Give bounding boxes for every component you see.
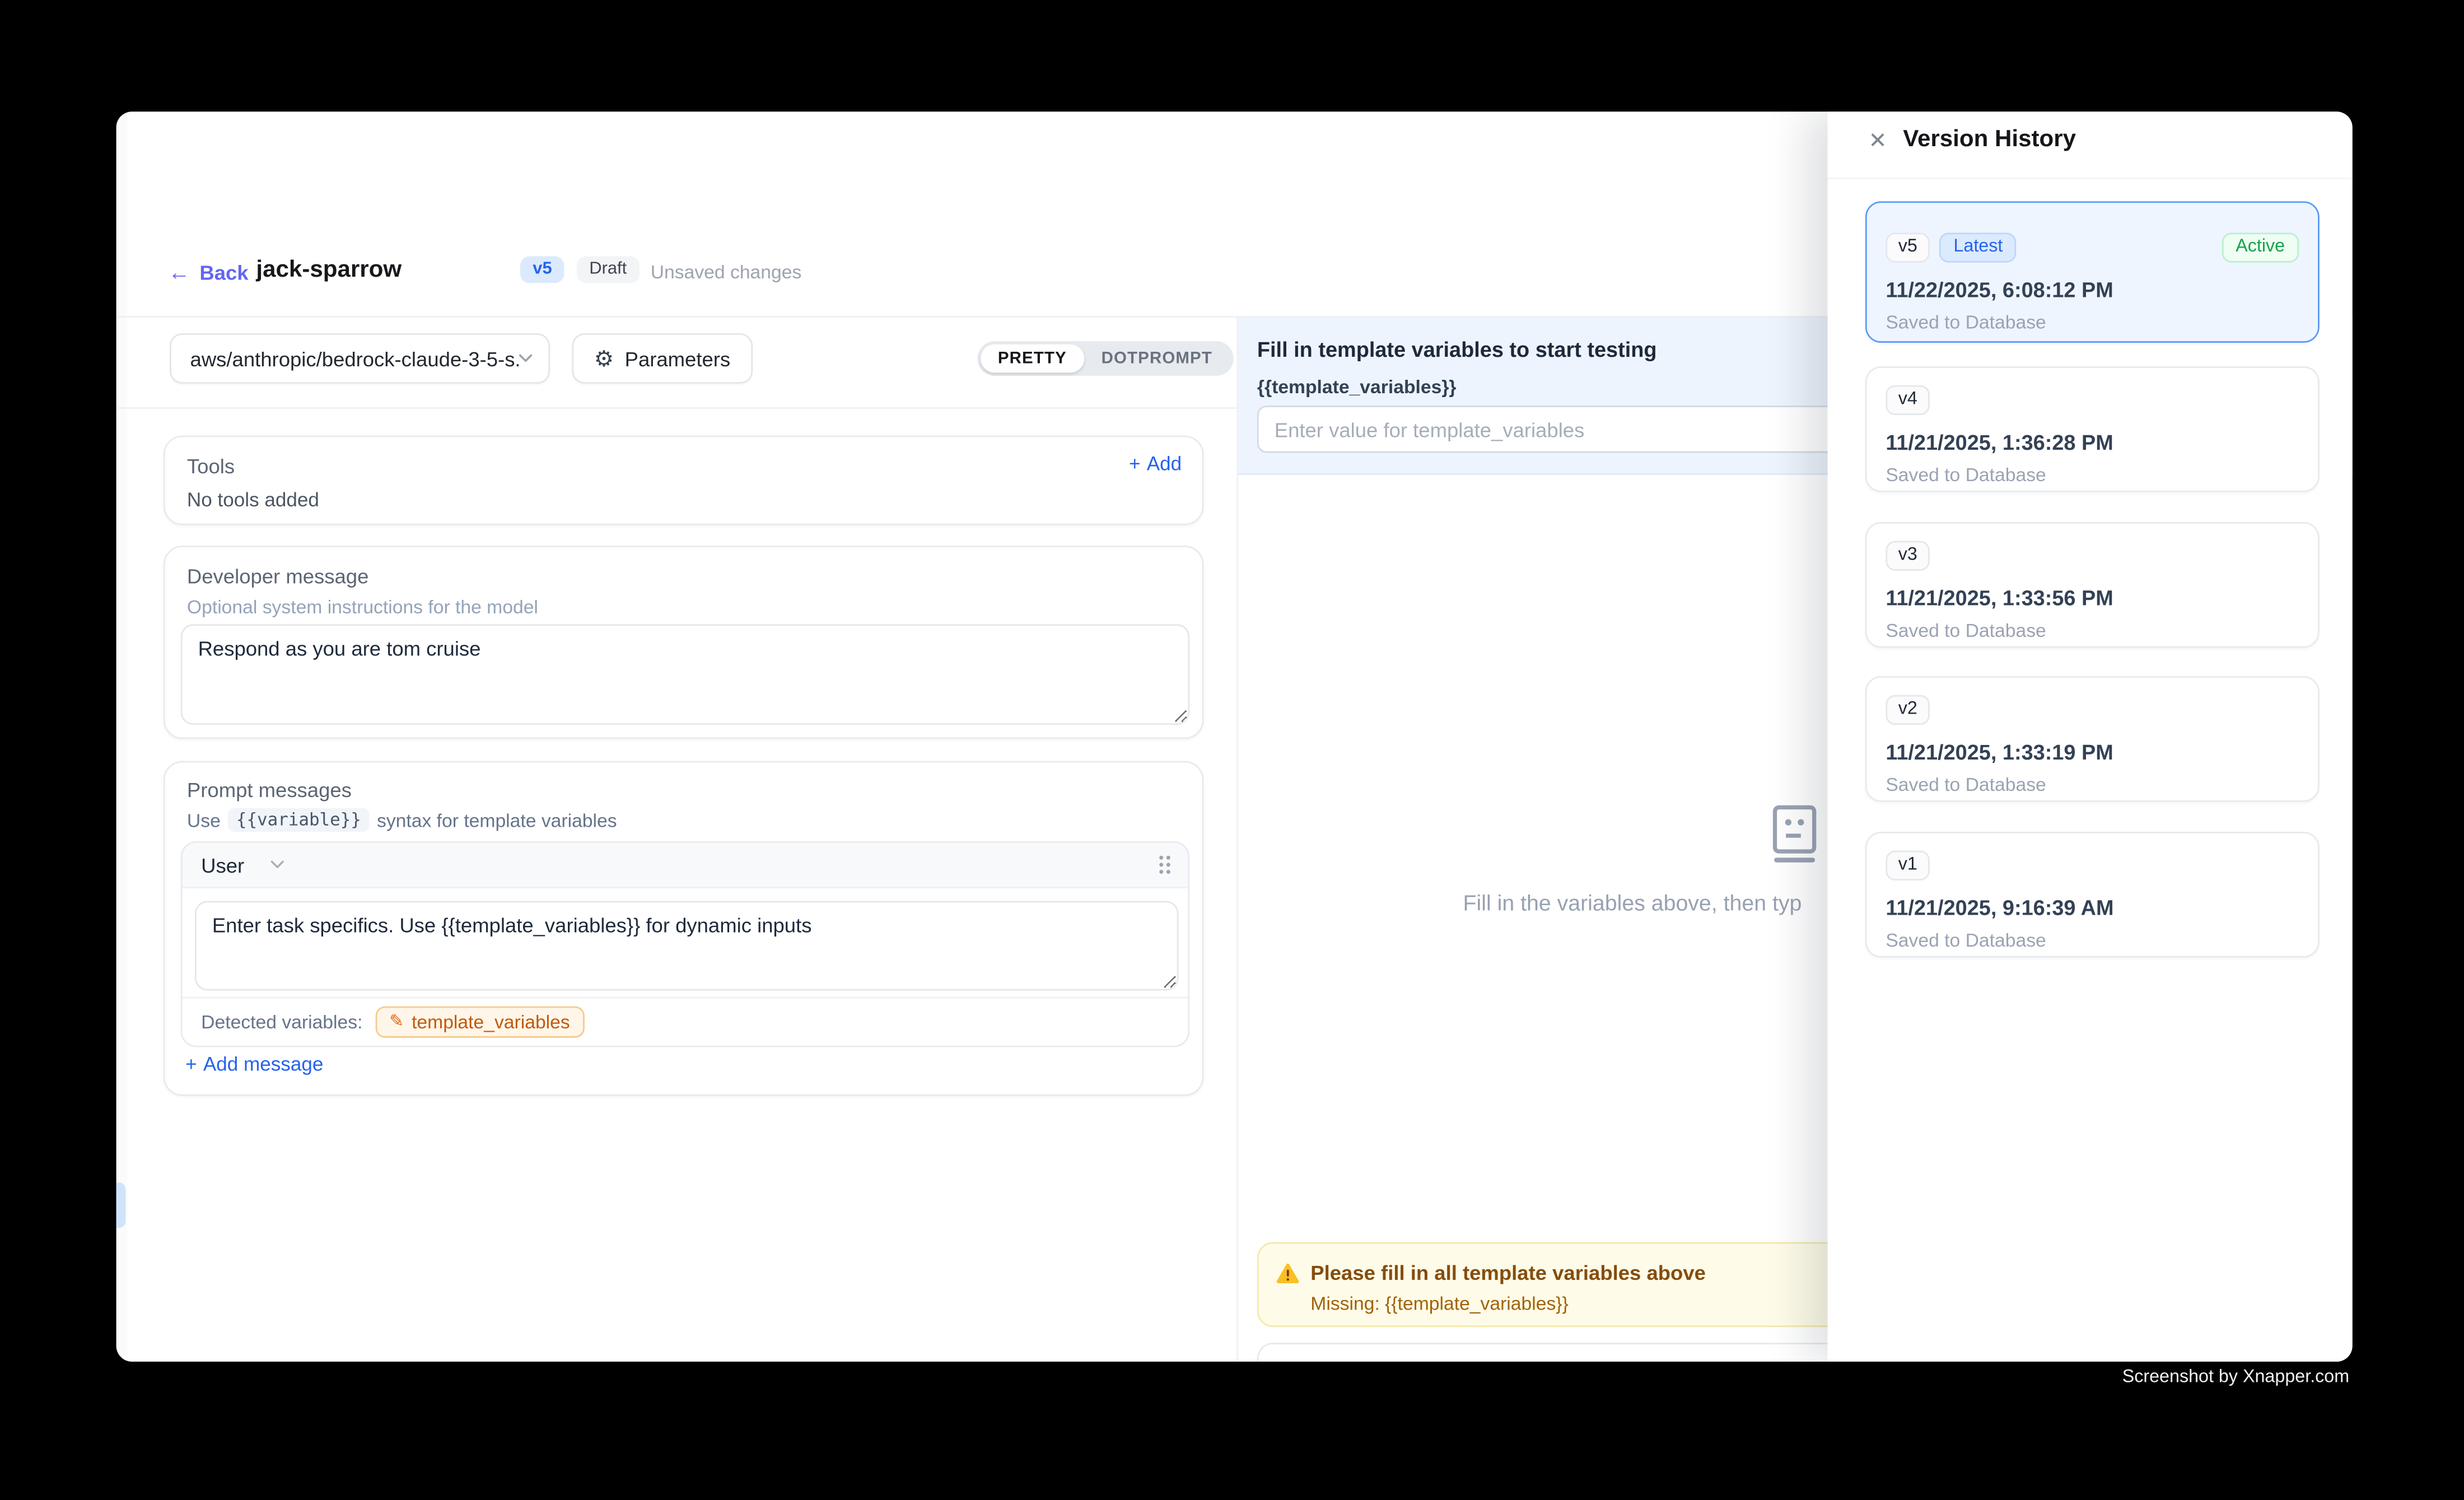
- back-label: Back: [199, 260, 248, 284]
- add-tool-button[interactable]: + Add: [1129, 453, 1182, 474]
- version-timestamp: 11/22/2025, 6:08:12 PM: [1886, 278, 2299, 302]
- detected-variable-chip[interactable]: ✎ template_variables: [375, 1007, 584, 1038]
- tools-empty-text: No tools added: [187, 489, 319, 511]
- pencil-icon: ✎: [389, 1013, 404, 1031]
- chevron-down-icon: [271, 860, 285, 870]
- view-mode-toggle: PRETTY DOTPROMPT: [977, 341, 1233, 376]
- version-item-v1[interactable]: v1 11/21/2025, 9:16:39 AM Saved to Datab…: [1865, 832, 2320, 958]
- hint-suffix: syntax for template variables: [377, 809, 617, 831]
- toggle-pretty[interactable]: PRETTY: [981, 344, 1084, 373]
- detected-variable-name: template_variables: [412, 1011, 570, 1033]
- developer-message-card: Developer message Optional system instru…: [164, 546, 1204, 739]
- left-gutter: [116, 111, 128, 1362]
- warning-title: Please fill in all template variables ab…: [1310, 1261, 1706, 1284]
- message-block: User Enter task specifics. Use {{templ: [181, 841, 1190, 1047]
- detected-variables-row: Detected variables: ✎ template_variables: [183, 997, 1188, 1046]
- user-message-textarea[interactable]: Enter task specifics. Use {{template_var…: [195, 901, 1179, 990]
- active-badge: Active: [2222, 232, 2299, 262]
- prompt-messages-card: Prompt messages Use {{variable}} syntax …: [164, 761, 1204, 1096]
- role-select-value: User: [201, 853, 244, 877]
- add-message-label: Add message: [203, 1054, 323, 1075]
- detected-variables-label: Detected variables:: [201, 1011, 362, 1033]
- plus-icon: +: [185, 1054, 197, 1075]
- robot-face-icon: [1770, 805, 1820, 865]
- screenshot-stage: ← Back jack-sparrow v5 Draft Unsaved cha…: [0, 0, 2464, 1500]
- version-item-v2[interactable]: v2 11/21/2025, 1:33:19 PM Saved to Datab…: [1865, 676, 2320, 802]
- latest-badge: Latest: [1939, 232, 2017, 262]
- unsaved-changes-text: Unsaved changes: [651, 261, 802, 283]
- left-edge-tab: [116, 1182, 126, 1228]
- developer-message-textarea[interactable]: Respond as you are tom cruise: [181, 624, 1190, 725]
- version-number-badge: v3: [1886, 541, 1930, 571]
- version-item-v4[interactable]: v4 11/21/2025, 1:36:28 PM Saved to Datab…: [1865, 366, 2320, 492]
- warning-missing-text: Missing: {{template_variables}}: [1310, 1292, 1569, 1314]
- add-tool-label: Add: [1147, 453, 1182, 474]
- back-button[interactable]: ← Back: [168, 259, 248, 285]
- draft-badge: Draft: [577, 257, 640, 283]
- version-history-title: Version History: [1903, 126, 2076, 153]
- model-select[interactable]: aws/anthropic/bedrock-claude-3-5-s...: [170, 333, 550, 384]
- tools-card: Tools + Add No tools added: [164, 436, 1204, 525]
- version-timestamp: 11/21/2025, 1:33:56 PM: [1886, 586, 2299, 610]
- close-icon[interactable]: ✕: [1865, 126, 1890, 155]
- back-arrow-icon: ←: [168, 259, 190, 285]
- version-number-badge: v2: [1886, 695, 1930, 725]
- version-number-badge: v4: [1886, 385, 1930, 415]
- model-bar-divider: [116, 407, 1239, 409]
- version-status: Saved to Database: [1886, 929, 2299, 951]
- role-select[interactable]: User: [201, 853, 285, 877]
- page-title: jack-sparrow: [256, 257, 402, 283]
- plus-icon: +: [1129, 453, 1141, 474]
- empty-state-text: Fill in the variables above, then typ: [1463, 890, 1802, 915]
- version-timestamp: 11/21/2025, 1:33:19 PM: [1886, 740, 2299, 764]
- prompt-messages-title: Prompt messages: [187, 779, 352, 802]
- version-number-badge: v1: [1886, 851, 1930, 881]
- version-status: Saved to Database: [1886, 619, 2299, 641]
- warning-triangle-icon: [1276, 1263, 1300, 1284]
- message-header: User: [183, 843, 1188, 888]
- toggle-dotprompt[interactable]: DOTPROMPT: [1084, 344, 1230, 373]
- version-number-badge: v5: [1886, 232, 1930, 262]
- version-status: Saved to Database: [1886, 774, 2299, 795]
- app-window: ← Back jack-sparrow v5 Draft Unsaved cha…: [116, 111, 2353, 1362]
- version-history-divider: [1828, 178, 2353, 179]
- parameters-label: Parameters: [625, 347, 731, 370]
- version-timestamp: 11/21/2025, 9:16:39 AM: [1886, 896, 2299, 920]
- version-history-panel: ✕ Version History v5 Latest Active 11/22…: [1828, 111, 2353, 1362]
- tools-title: Tools: [187, 454, 235, 478]
- gear-icon: ⚙: [594, 347, 614, 369]
- model-select-value: aws/anthropic/bedrock-claude-3-5-s...: [190, 347, 519, 370]
- version-timestamp: 11/21/2025, 1:36:28 PM: [1886, 431, 2299, 454]
- template-variables-heading: Fill in template variables to start test…: [1257, 338, 1657, 362]
- version-status: Saved to Database: [1886, 311, 2299, 333]
- hint-prefix: Use: [187, 809, 221, 831]
- prompt-syntax-hint: Use {{variable}} syntax for template var…: [187, 808, 617, 832]
- variable-syntax-chip: {{variable}}: [228, 808, 369, 832]
- chevron-down-icon: [519, 354, 533, 364]
- version-badge: v5: [520, 257, 564, 283]
- add-message-button[interactable]: + Add message: [185, 1054, 323, 1075]
- watermark-text: Screenshot by Xnapper.com: [2122, 1368, 2349, 1387]
- version-item-v3[interactable]: v3 11/21/2025, 1:33:56 PM Saved to Datab…: [1865, 522, 2320, 648]
- developer-message-title: Developer message: [187, 565, 368, 588]
- drag-handle-icon[interactable]: [1156, 854, 1172, 875]
- template-variable-label: {{template_variables}}: [1257, 376, 1457, 398]
- version-item-v5[interactable]: v5 Latest Active 11/22/2025, 6:08:12 PM …: [1865, 201, 2320, 343]
- version-status: Saved to Database: [1886, 464, 2299, 486]
- parameters-button[interactable]: ⚙ Parameters: [572, 333, 752, 384]
- developer-message-subtitle: Optional system instructions for the mod…: [187, 596, 538, 618]
